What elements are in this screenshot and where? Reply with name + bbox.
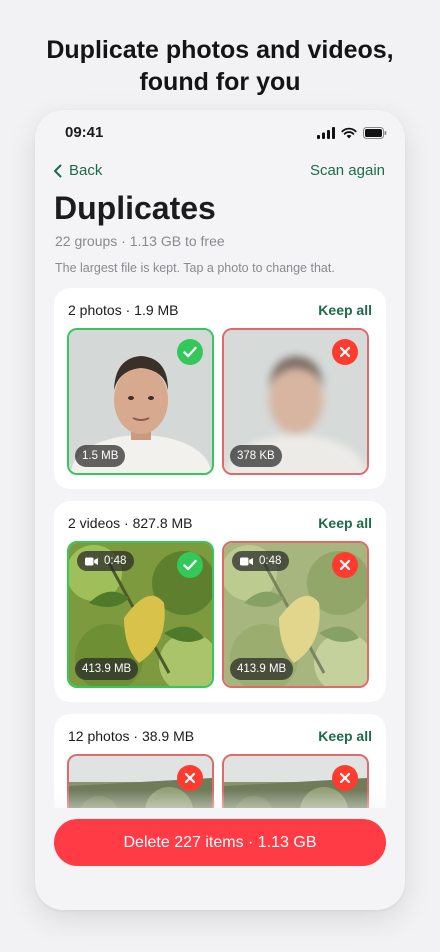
page-title: Duplicates: [54, 190, 216, 226]
back-label: Back: [69, 162, 103, 179]
photo-thumbnail-delete[interactable]: 378 KB: [222, 328, 369, 475]
file-size-badge: 378 KB: [230, 445, 282, 467]
photo-thumbnail-kept[interactable]: 1.5 MB: [67, 328, 214, 475]
delete-x-icon: [332, 339, 358, 365]
status-bar: 09:41: [35, 124, 405, 144]
keep-all-button[interactable]: Keep all: [318, 515, 372, 531]
page-hint: The largest file is kept. Tap a photo to…: [55, 261, 335, 275]
group-label: 12 photos · 38.9 MB: [68, 728, 195, 744]
wifi-icon: [341, 127, 357, 139]
duplicate-group-card: 2 photos · 1.9 MB Keep all 1.5 MB 378 KB: [54, 288, 386, 489]
video-camera-icon: [85, 557, 98, 565]
video-thumbnail-delete[interactable]: 0:48 413.9 MB: [222, 541, 369, 688]
duplicate-groups-list[interactable]: 2 photos · 1.9 MB Keep all 1.5 MB 378 KB…: [54, 288, 386, 808]
keep-all-button[interactable]: Keep all: [318, 728, 372, 744]
video-thumbnail-kept[interactable]: 0:48 413.9 MB: [67, 541, 214, 688]
video-duration-badge: 0:48: [77, 551, 135, 571]
back-button[interactable]: Back: [53, 162, 102, 179]
keep-check-icon: [177, 552, 203, 578]
chevron-left-icon: [54, 164, 62, 177]
video-duration: 0:48: [104, 555, 127, 567]
status-time: 09:41: [65, 124, 104, 141]
file-size-badge: 413.9 MB: [75, 658, 139, 680]
group-label: 2 videos · 827.8 MB: [68, 515, 193, 531]
video-duration: 0:48: [259, 555, 282, 567]
group-label: 2 photos · 1.9 MB: [68, 302, 179, 318]
video-duration-badge: 0:48: [232, 551, 290, 571]
delete-items-button[interactable]: Delete 227 items · 1.13 GB: [54, 819, 386, 866]
battery-icon: [363, 127, 387, 139]
keep-check-icon: [177, 339, 203, 365]
keep-all-button[interactable]: Keep all: [318, 302, 372, 318]
nav-bar: Back Scan again: [35, 162, 405, 182]
page-subtitle: 22 groups · 1.13 GB to free: [55, 233, 225, 249]
delete-x-icon: [177, 765, 203, 791]
file-size-badge: 413.9 MB: [230, 658, 294, 680]
cellular-signal-icon: [317, 127, 335, 139]
video-camera-icon: [240, 557, 253, 565]
file-size-badge: 1.5 MB: [75, 445, 126, 467]
headline-line-1: Duplicate photos and videos,: [46, 36, 394, 64]
headline-line-2: found for you: [139, 68, 301, 96]
marketing-headline: Duplicate photos and videos, found for y…: [0, 34, 440, 98]
delete-x-icon: [332, 552, 358, 578]
delete-x-icon: [332, 765, 358, 791]
scan-again-button[interactable]: Scan again: [310, 162, 385, 179]
duplicate-group-card: 2 videos · 827.8 MB Keep all 0:48 413.9 …: [54, 501, 386, 702]
phone-screen: 09:41 Back Scan again Duplicates 22 grou…: [35, 110, 405, 910]
